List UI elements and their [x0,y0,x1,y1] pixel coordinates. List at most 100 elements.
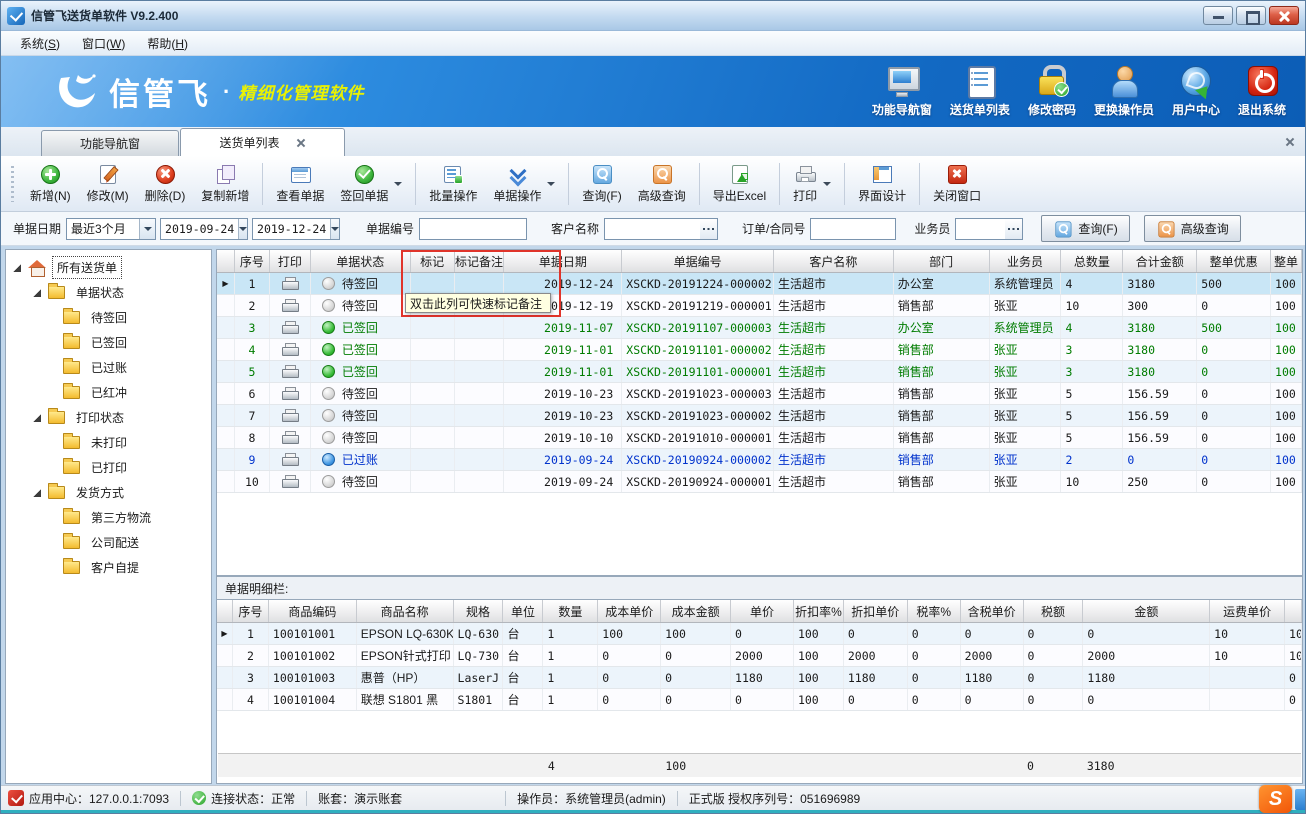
tabstrip-close-icon[interactable] [1285,137,1295,147]
col-header[interactable]: 运费单价 [1210,600,1285,622]
col-header[interactable]: 业务员 [990,250,1062,272]
table-row[interactable]: 10 待签回 2019-09-24 XSCKD-20190924-000001 … [217,471,1302,493]
table-row[interactable]: 8 待签回 2019-10-10 XSCKD-20191010-000001 生… [217,427,1302,449]
doc-ops-button[interactable]: 单据操作 [485,161,563,207]
expand-icon[interactable] [33,489,41,497]
col-header[interactable]: 整单优惠 [1197,250,1271,272]
tree-item-pending-sign[interactable]: 待签回 [6,305,211,330]
tree-item-company-delivery[interactable]: 公司配送 [6,530,211,555]
col-header[interactable]: 商品编码 [269,600,357,622]
expand-icon[interactable] [13,264,21,272]
batch-ops-button[interactable]: 批量操作 [421,161,485,207]
tree-item-shipping-method[interactable]: 发货方式 [6,480,211,505]
expand-icon[interactable] [33,289,41,297]
detail-row[interactable]: 1 100101001 EPSON LQ-630K LQ-630 台 1 100… [217,623,1302,645]
col-header[interactable]: 折扣单价 [844,600,908,622]
col-header[interactable]: 单位 [503,600,543,622]
toolbar-grip[interactable] [11,166,14,202]
exit-system-button[interactable]: 退出系统 [1229,65,1295,118]
query-button[interactable]: 查询(F) [574,161,629,207]
table-row[interactable]: 6 待签回 2019-10-23 XSCKD-20191023-000003 生… [217,383,1302,405]
tree-item-reversed[interactable]: 已红冲 [6,380,211,405]
cell-mark-note[interactable] [455,449,505,470]
cell-mark[interactable] [411,361,455,382]
detail-row[interactable]: 3 100101003 惠普（HP） LaserJ 台 1 0 0 1180 1… [217,667,1302,689]
table-row[interactable]: 7 待签回 2019-10-23 XSCKD-20191023-000002 生… [217,405,1302,427]
col-header[interactable]: 部门 [894,250,990,272]
table-row[interactable]: 4 已签回 2019-11-01 XSCKD-20191101-000002 生… [217,339,1302,361]
cell-mark[interactable] [411,427,455,448]
dropdown-arrow-icon[interactable] [547,182,555,186]
sign-back-button[interactable]: 签回单据 [332,161,410,207]
maximize-button[interactable] [1236,6,1266,25]
ui-design-button[interactable]: 界面设计 [850,161,914,207]
table-row[interactable]: 3 已签回 2019-11-07 XSCKD-20191107-000003 生… [217,317,1302,339]
cell-mark-note[interactable] [455,339,505,360]
tree-item-print-status[interactable]: 打印状态 [6,405,211,430]
date-preset-combo[interactable]: 最近3个月 [66,218,156,240]
detail-row[interactable]: 4 100101004 联想 S1801 黑 S1801 台 1 0 0 0 1… [217,689,1302,711]
tab-delivery-list[interactable]: 送货单列表 [180,128,345,156]
menu-item[interactable]: 系统(S) [9,32,71,55]
ellipsis-picker-icon[interactable] [1005,218,1023,240]
col-header[interactable]: 成本单价 [598,600,661,622]
combo-dropdown-icon[interactable] [238,219,247,239]
change-password-button[interactable]: 修改密码 [1019,65,1085,118]
delete-button[interactable]: 删除(D) [137,161,194,207]
dropdown-arrow-icon[interactable] [394,182,402,186]
cell-mark[interactable] [411,449,455,470]
cell-mark[interactable] [411,273,455,294]
col-header[interactable]: 含税单价 [961,600,1024,622]
tree-item-all-orders[interactable]: 所有送货单 [6,255,211,280]
tab-nav-window[interactable]: 功能导航窗 [41,130,179,156]
col-header[interactable]: 单据编号 [622,250,774,272]
tab-close-icon[interactable] [296,138,306,148]
cell-mark[interactable] [411,471,455,492]
switch-operator-button[interactable]: 更换操作员 [1085,65,1163,118]
tree-item-not-printed[interactable]: 未打印 [6,430,211,455]
ime-badge[interactable]: S [1259,785,1292,813]
col-header[interactable]: 金额 [1083,600,1210,622]
add-button[interactable]: 新增(N) [22,161,79,207]
date-from-combo[interactable]: 2019-09-24 [160,218,248,240]
ellipsis-picker-icon[interactable] [700,218,718,240]
col-header[interactable]: 单价 [731,600,794,622]
close-window-button[interactable]: 关闭窗口 [925,161,989,207]
date-to-combo[interactable]: 2019-12-24 [252,218,340,240]
col-header[interactable] [1285,600,1302,622]
col-header[interactable]: 数量 [543,600,598,622]
cell-mark-note[interactable] [455,361,505,382]
tree-item-customer-pickup[interactable]: 客户自提 [6,555,211,580]
col-header[interactable]: 税额 [1024,600,1084,622]
col-header[interactable]: 总数量 [1061,250,1123,272]
col-header[interactable]: 规格 [454,600,504,622]
export-excel-button[interactable]: 导出Excel [705,161,774,207]
table-row[interactable]: 2 待签回 2019-12-19 XSCKD-20191219-000001 生… [217,295,1302,317]
cell-mark-note[interactable] [455,471,505,492]
edit-button[interactable]: 修改(M) [79,161,137,207]
col-header[interactable]: 单据状态 [311,250,411,272]
cell-mark[interactable] [411,405,455,426]
salesman-input[interactable] [955,218,1005,240]
menu-item[interactable]: 帮助(H) [136,32,199,55]
col-header[interactable]: 客户名称 [774,250,894,272]
menu-item[interactable]: 窗口(W) [71,32,136,55]
doc-no-input[interactable] [419,218,527,240]
col-header[interactable]: 合计金额 [1123,250,1197,272]
copy-new-button[interactable]: 复制新增 [193,161,257,207]
cell-mark[interactable] [411,383,455,404]
col-header[interactable]: 成本金额 [661,600,731,622]
view-doc-button[interactable]: 查看单据 [268,161,332,207]
adv-query-filter-button[interactable]: 高级查询 [1144,215,1241,242]
adv-query-button[interactable]: 高级查询 [630,161,694,207]
query-filter-button[interactable]: 查询(F) [1041,215,1129,242]
expand-icon[interactable] [33,414,41,422]
user-center-button[interactable]: 用户中心 [1163,65,1229,118]
cell-mark-note[interactable] [455,427,505,448]
col-header[interactable]: 税率% [908,600,961,622]
nav-window-button[interactable]: 功能导航窗 [863,65,941,118]
tree-item-posted[interactable]: 已过账 [6,355,211,380]
cell-mark-note[interactable] [455,273,505,294]
col-header[interactable]: 整单 [1271,250,1302,272]
cell-mark[interactable] [411,339,455,360]
